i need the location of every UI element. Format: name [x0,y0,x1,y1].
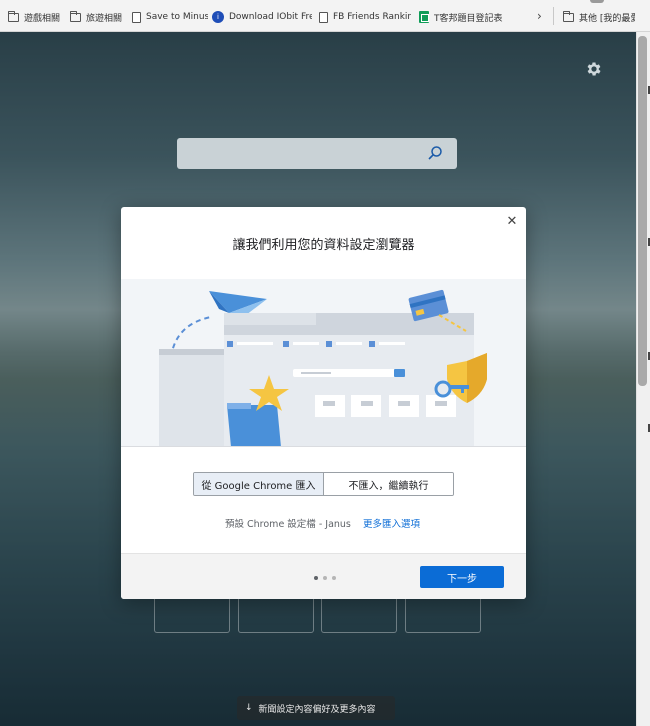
bookmark-fb-friends-ranking[interactable]: FB Friends Ranking [319,8,411,26]
arrow-down-icon: ↓ [245,703,253,713]
step-dot [323,576,327,580]
divider [553,7,554,25]
bookmark-save-to-minus[interactable]: Save to Minus [132,8,208,26]
bookmark-label: Save to Minus [146,12,208,22]
dialog-title: 讓我們利用您的資料設定瀏覽器 [232,238,415,253]
illustration [121,279,526,447]
bookmark-folder-games[interactable]: 遊戲相關 [8,8,66,26]
window-edge [590,0,604,3]
next-button[interactable]: 下一步 [420,566,504,588]
quick-link-tile[interactable] [405,596,481,633]
bookmark-label: 旅遊相關 [86,13,123,24]
page-icon [319,11,328,23]
bookmark-other-favorites[interactable]: 其他 [我的最愛] [563,8,635,26]
page-icon [132,11,141,23]
bookmark-label: 其他 [我的最愛] [579,13,635,24]
bookmark-iobit[interactable]: i Download IObit Fre... [212,8,312,26]
quick-link-tile[interactable] [321,596,397,633]
search-icon[interactable] [427,145,443,161]
sheets-icon [419,11,429,23]
iobit-icon: i [212,11,224,23]
import-choice-group: 從 Google Chrome 匯入 不匯入，繼續執行 [193,472,454,496]
more-import-options-link[interactable]: 更多匯入選項 [363,516,420,530]
step-dot [314,576,318,580]
skip-import-button[interactable]: 不匯入，繼續執行 [324,473,453,495]
news-feed-button[interactable]: ↓ 新聞設定內容偏好及更多內容 [237,696,395,720]
search-input[interactable] [177,138,457,169]
divider [121,446,526,447]
step-indicator [314,576,336,580]
folder-icon [563,10,574,22]
bookmark-tkb-sheet[interactable]: T客邦題目登記表 [419,8,503,26]
step-dot [332,576,336,580]
import-dialog: ✕ 讓我們利用您的資料設定瀏覽器 從 Google Chrome 匯入 不匯入，… [121,207,526,599]
dialog-footer: 下一步 [121,553,526,599]
bookmark-label: T客邦題目登記表 [434,13,503,24]
import-from-chrome-button[interactable]: 從 Google Chrome 匯入 [194,473,324,495]
bookmark-label: 遊戲相關 [24,13,61,24]
bookmark-label: FB Friends Ranking [333,12,411,22]
close-icon[interactable]: ✕ [505,215,519,229]
quick-link-tile[interactable] [154,596,230,633]
bookmarks-bar: 遊戲相關 旅遊相關 Save to Minus i Download IObit… [0,0,650,32]
quick-link-tile[interactable] [238,596,314,633]
import-illustration [159,289,487,447]
news-feed-label: 新聞設定內容偏好及更多內容 [258,704,376,715]
folder-icon [8,10,19,22]
scrollbar-thumb[interactable] [638,36,647,386]
folder-icon [70,10,81,22]
chevron-right-icon[interactable]: › [537,9,542,23]
bookmark-label: Download IObit Fre... [229,12,312,22]
profile-label: 預設 Chrome 設定檔 - Janus [225,519,351,530]
gear-icon[interactable] [585,60,603,78]
bookmark-folder-travel[interactable]: 旅遊相關 [70,8,128,26]
